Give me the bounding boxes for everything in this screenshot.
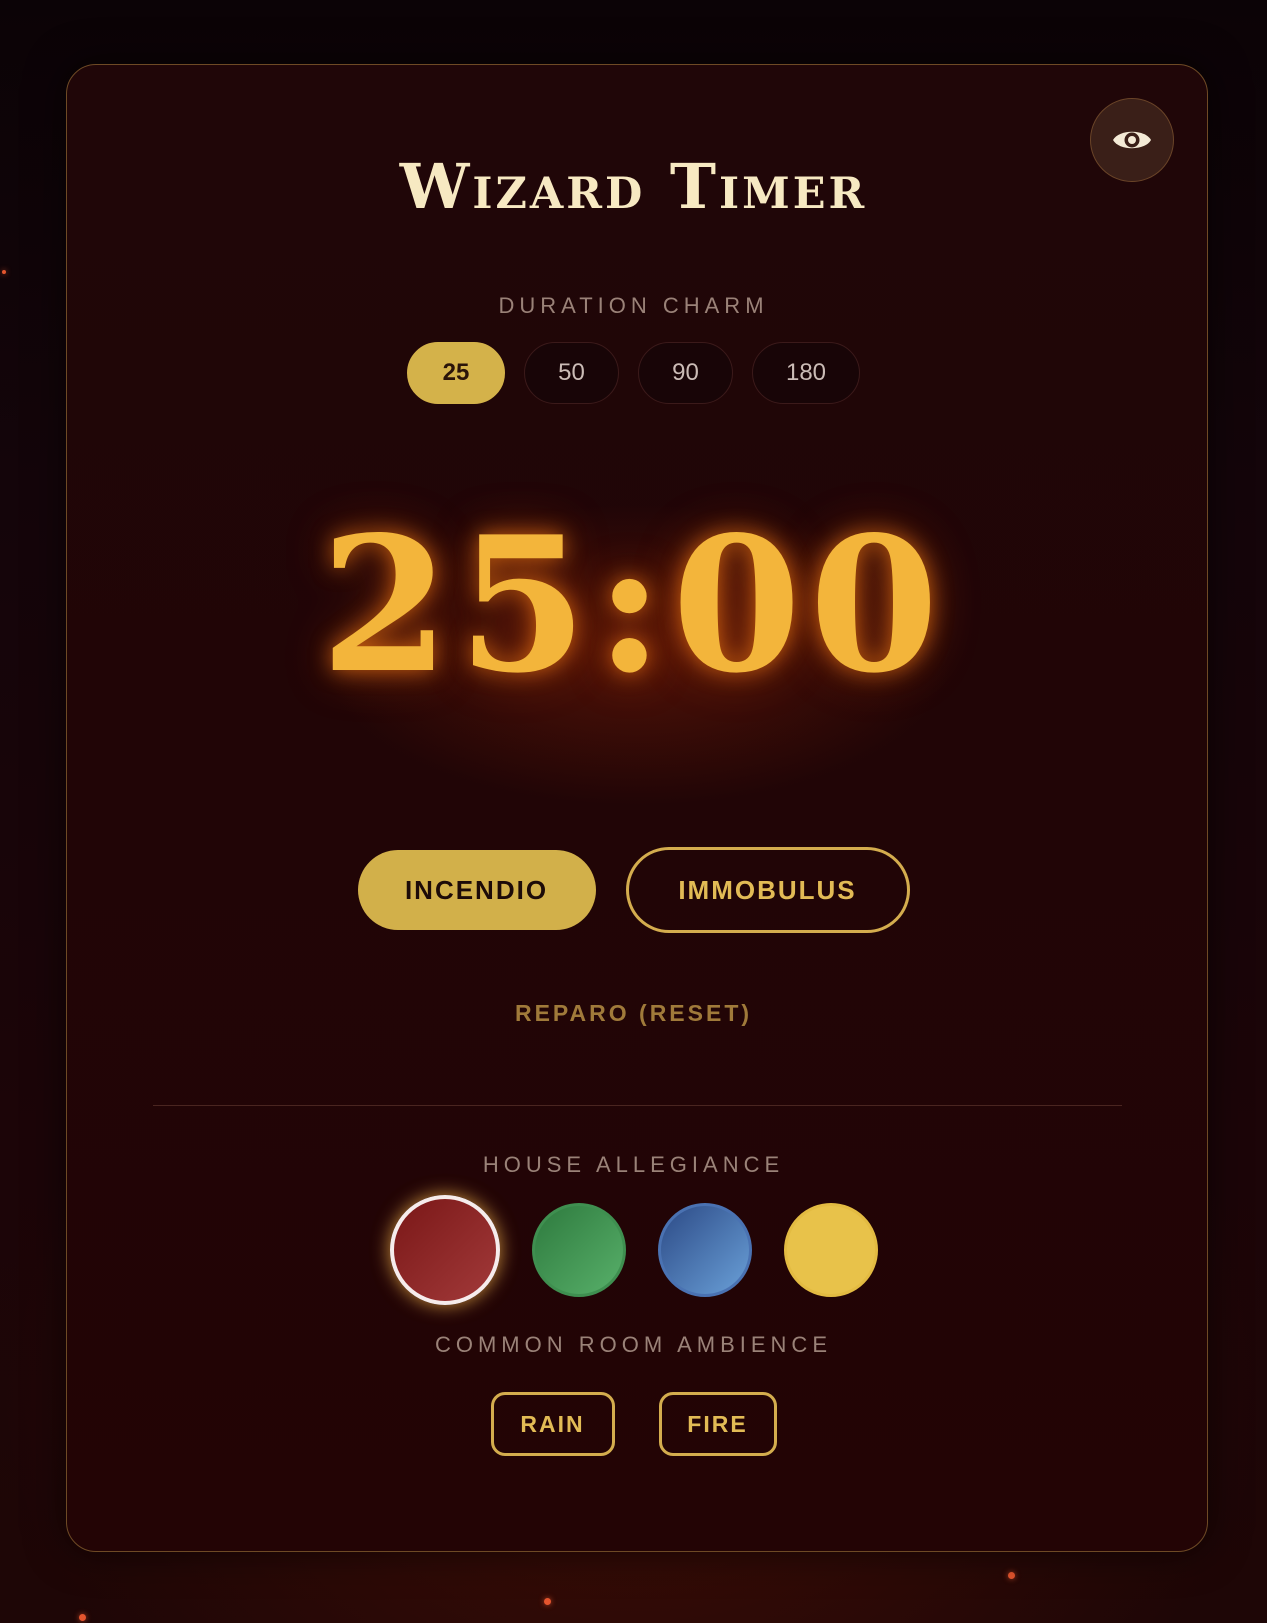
- reset-button[interactable]: REPARO (RESET): [0, 1000, 1267, 1027]
- ember-particle: [2, 270, 6, 274]
- ambience-label: COMMON ROOM AMBIENCE: [434, 1332, 832, 1357]
- ambience-options: RAIN FIRE: [0, 1392, 1267, 1456]
- house-option-blue[interactable]: [657, 1203, 752, 1297]
- duration-option-25[interactable]: 25: [407, 342, 505, 404]
- ember-particle: [79, 1614, 86, 1621]
- fire-ambience-button[interactable]: FIRE: [658, 1392, 777, 1456]
- house-option-yellow[interactable]: [783, 1203, 878, 1297]
- rain-ambience-button[interactable]: RAIN: [490, 1392, 615, 1456]
- timer-actions: INCENDIO IMMOBULUS: [0, 847, 1267, 933]
- duration-option-180[interactable]: 180: [752, 342, 860, 404]
- house-options: [0, 1195, 1267, 1305]
- house-allegiance-label: HOUSE ALLEGIANCE: [482, 1152, 785, 1177]
- house-option-red[interactable]: [389, 1195, 500, 1305]
- duration-options: 25 50 90 180: [0, 342, 1267, 404]
- house-option-green[interactable]: [531, 1203, 626, 1297]
- duration-label: DURATION CHARM: [498, 293, 769, 318]
- timer-card: [66, 64, 1208, 1552]
- page-title: Wizard Timer: [399, 150, 868, 223]
- section-divider: [153, 1105, 1122, 1106]
- timer-display: 25:00: [320, 495, 947, 714]
- ember-particle: [1008, 1572, 1015, 1579]
- ember-particle: [544, 1598, 551, 1605]
- start-button[interactable]: INCENDIO: [357, 850, 596, 930]
- duration-option-50[interactable]: 50: [524, 342, 619, 404]
- duration-option-90[interactable]: 90: [638, 342, 733, 404]
- pause-button[interactable]: IMMOBULUS: [625, 847, 910, 933]
